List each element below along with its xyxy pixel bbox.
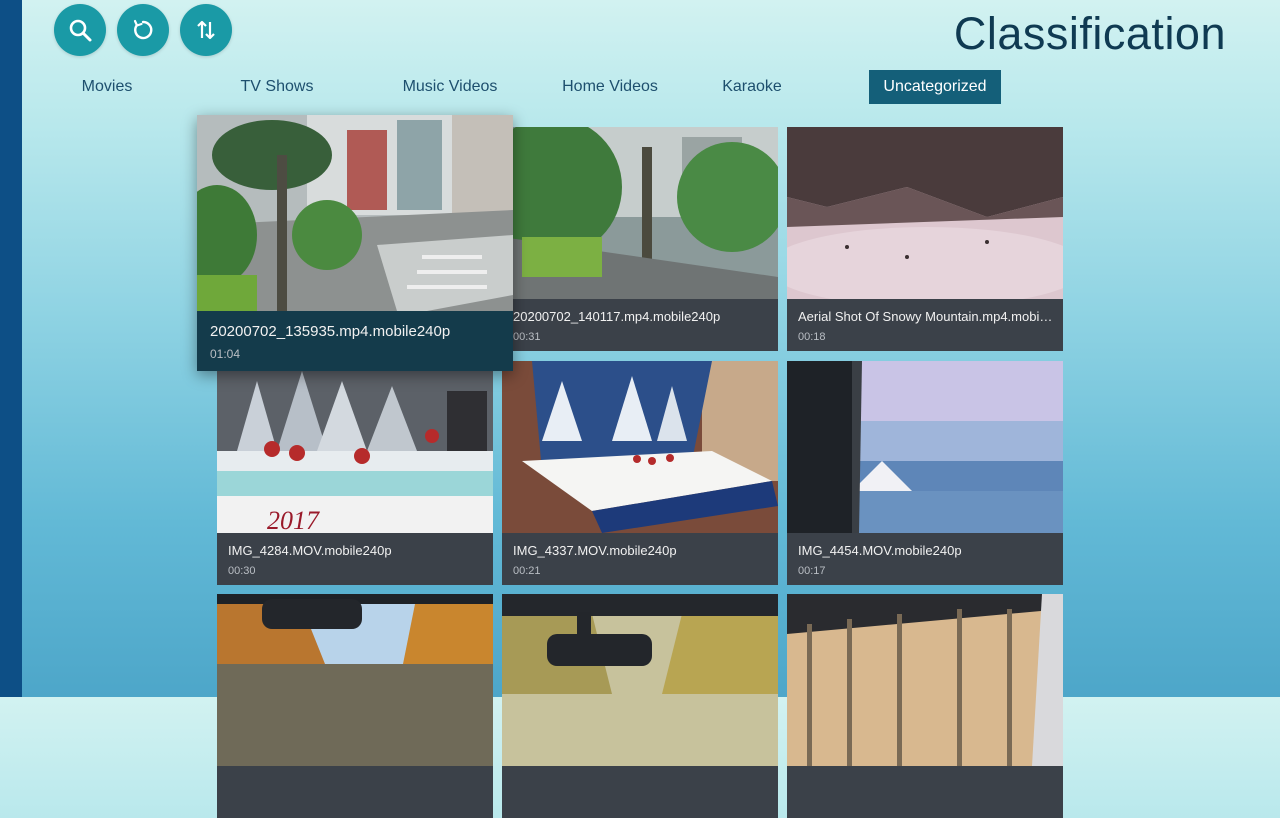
search-button[interactable] xyxy=(54,4,106,56)
video-title: IMG_4454.MOV.mobile240p xyxy=(798,543,962,558)
svg-text:2017: 2017 xyxy=(267,506,320,533)
page-title: Classification xyxy=(953,8,1226,59)
video-thumbnail xyxy=(787,594,1063,766)
video-duration: 00:30 xyxy=(228,565,256,577)
video-thumbnail xyxy=(197,115,513,311)
refresh-button[interactable] xyxy=(117,4,169,56)
video-thumbnail xyxy=(217,594,493,766)
video-card[interactable]: Aerial Shot Of Snowy Mountain.mp4.mobile… xyxy=(787,127,1063,351)
tab-karaoke[interactable]: Karaoke xyxy=(710,70,794,104)
video-card[interactable] xyxy=(217,594,493,818)
tab-uncategorized[interactable]: Uncategorized xyxy=(869,70,1001,104)
sort-icon xyxy=(197,20,215,40)
video-duration: 00:17 xyxy=(798,565,826,577)
video-card[interactable]: IMG_4454.MOV.mobile240p 00:17 xyxy=(787,361,1063,585)
video-card[interactable]: 20200702_140117.mp4.mobile240p 00:31 xyxy=(502,127,778,351)
left-edge-bar xyxy=(0,0,22,697)
video-thumbnail xyxy=(787,361,1063,533)
video-thumbnail xyxy=(787,127,1063,299)
video-thumbnail: 2017 xyxy=(217,361,493,533)
sort-button[interactable] xyxy=(180,4,232,56)
video-card[interactable] xyxy=(502,594,778,818)
video-title: 20200702_135935.mp4.mobile240p xyxy=(210,323,451,340)
video-title: IMG_4337.MOV.mobile240p xyxy=(513,543,677,558)
video-card[interactable]: 2017 IMG_4284.MOV.mobile240p 00:30 xyxy=(217,361,493,585)
tab-home-videos[interactable]: Home Videos xyxy=(548,70,672,104)
video-duration: 00:18 xyxy=(798,331,826,343)
video-thumbnail xyxy=(502,594,778,766)
video-title: Aerial Shot Of Snowy Mountain.mp4.mobile… xyxy=(798,309,1053,324)
video-card[interactable]: IMG_4337.MOV.mobile240p 00:21 xyxy=(502,361,778,585)
tab-music-videos[interactable]: Music Videos xyxy=(388,70,512,104)
video-title: 20200702_140117.mp4.mobile240p xyxy=(513,309,721,324)
tab-tv-shows[interactable]: TV Shows xyxy=(227,70,327,104)
tab-movies[interactable]: Movies xyxy=(67,70,147,104)
search-icon xyxy=(69,19,92,42)
video-duration: 01:04 xyxy=(210,347,241,361)
video-thumbnail xyxy=(502,361,778,533)
video-card[interactable] xyxy=(787,594,1063,818)
refresh-icon xyxy=(133,19,153,40)
video-duration: 00:31 xyxy=(513,331,541,343)
video-thumbnail xyxy=(502,127,778,299)
video-card-focused[interactable]: 20200702_135935.mp4.mobile240p 01:04 xyxy=(197,115,513,371)
video-title: IMG_4284.MOV.mobile240p xyxy=(228,543,392,558)
video-duration: 00:21 xyxy=(513,565,541,577)
